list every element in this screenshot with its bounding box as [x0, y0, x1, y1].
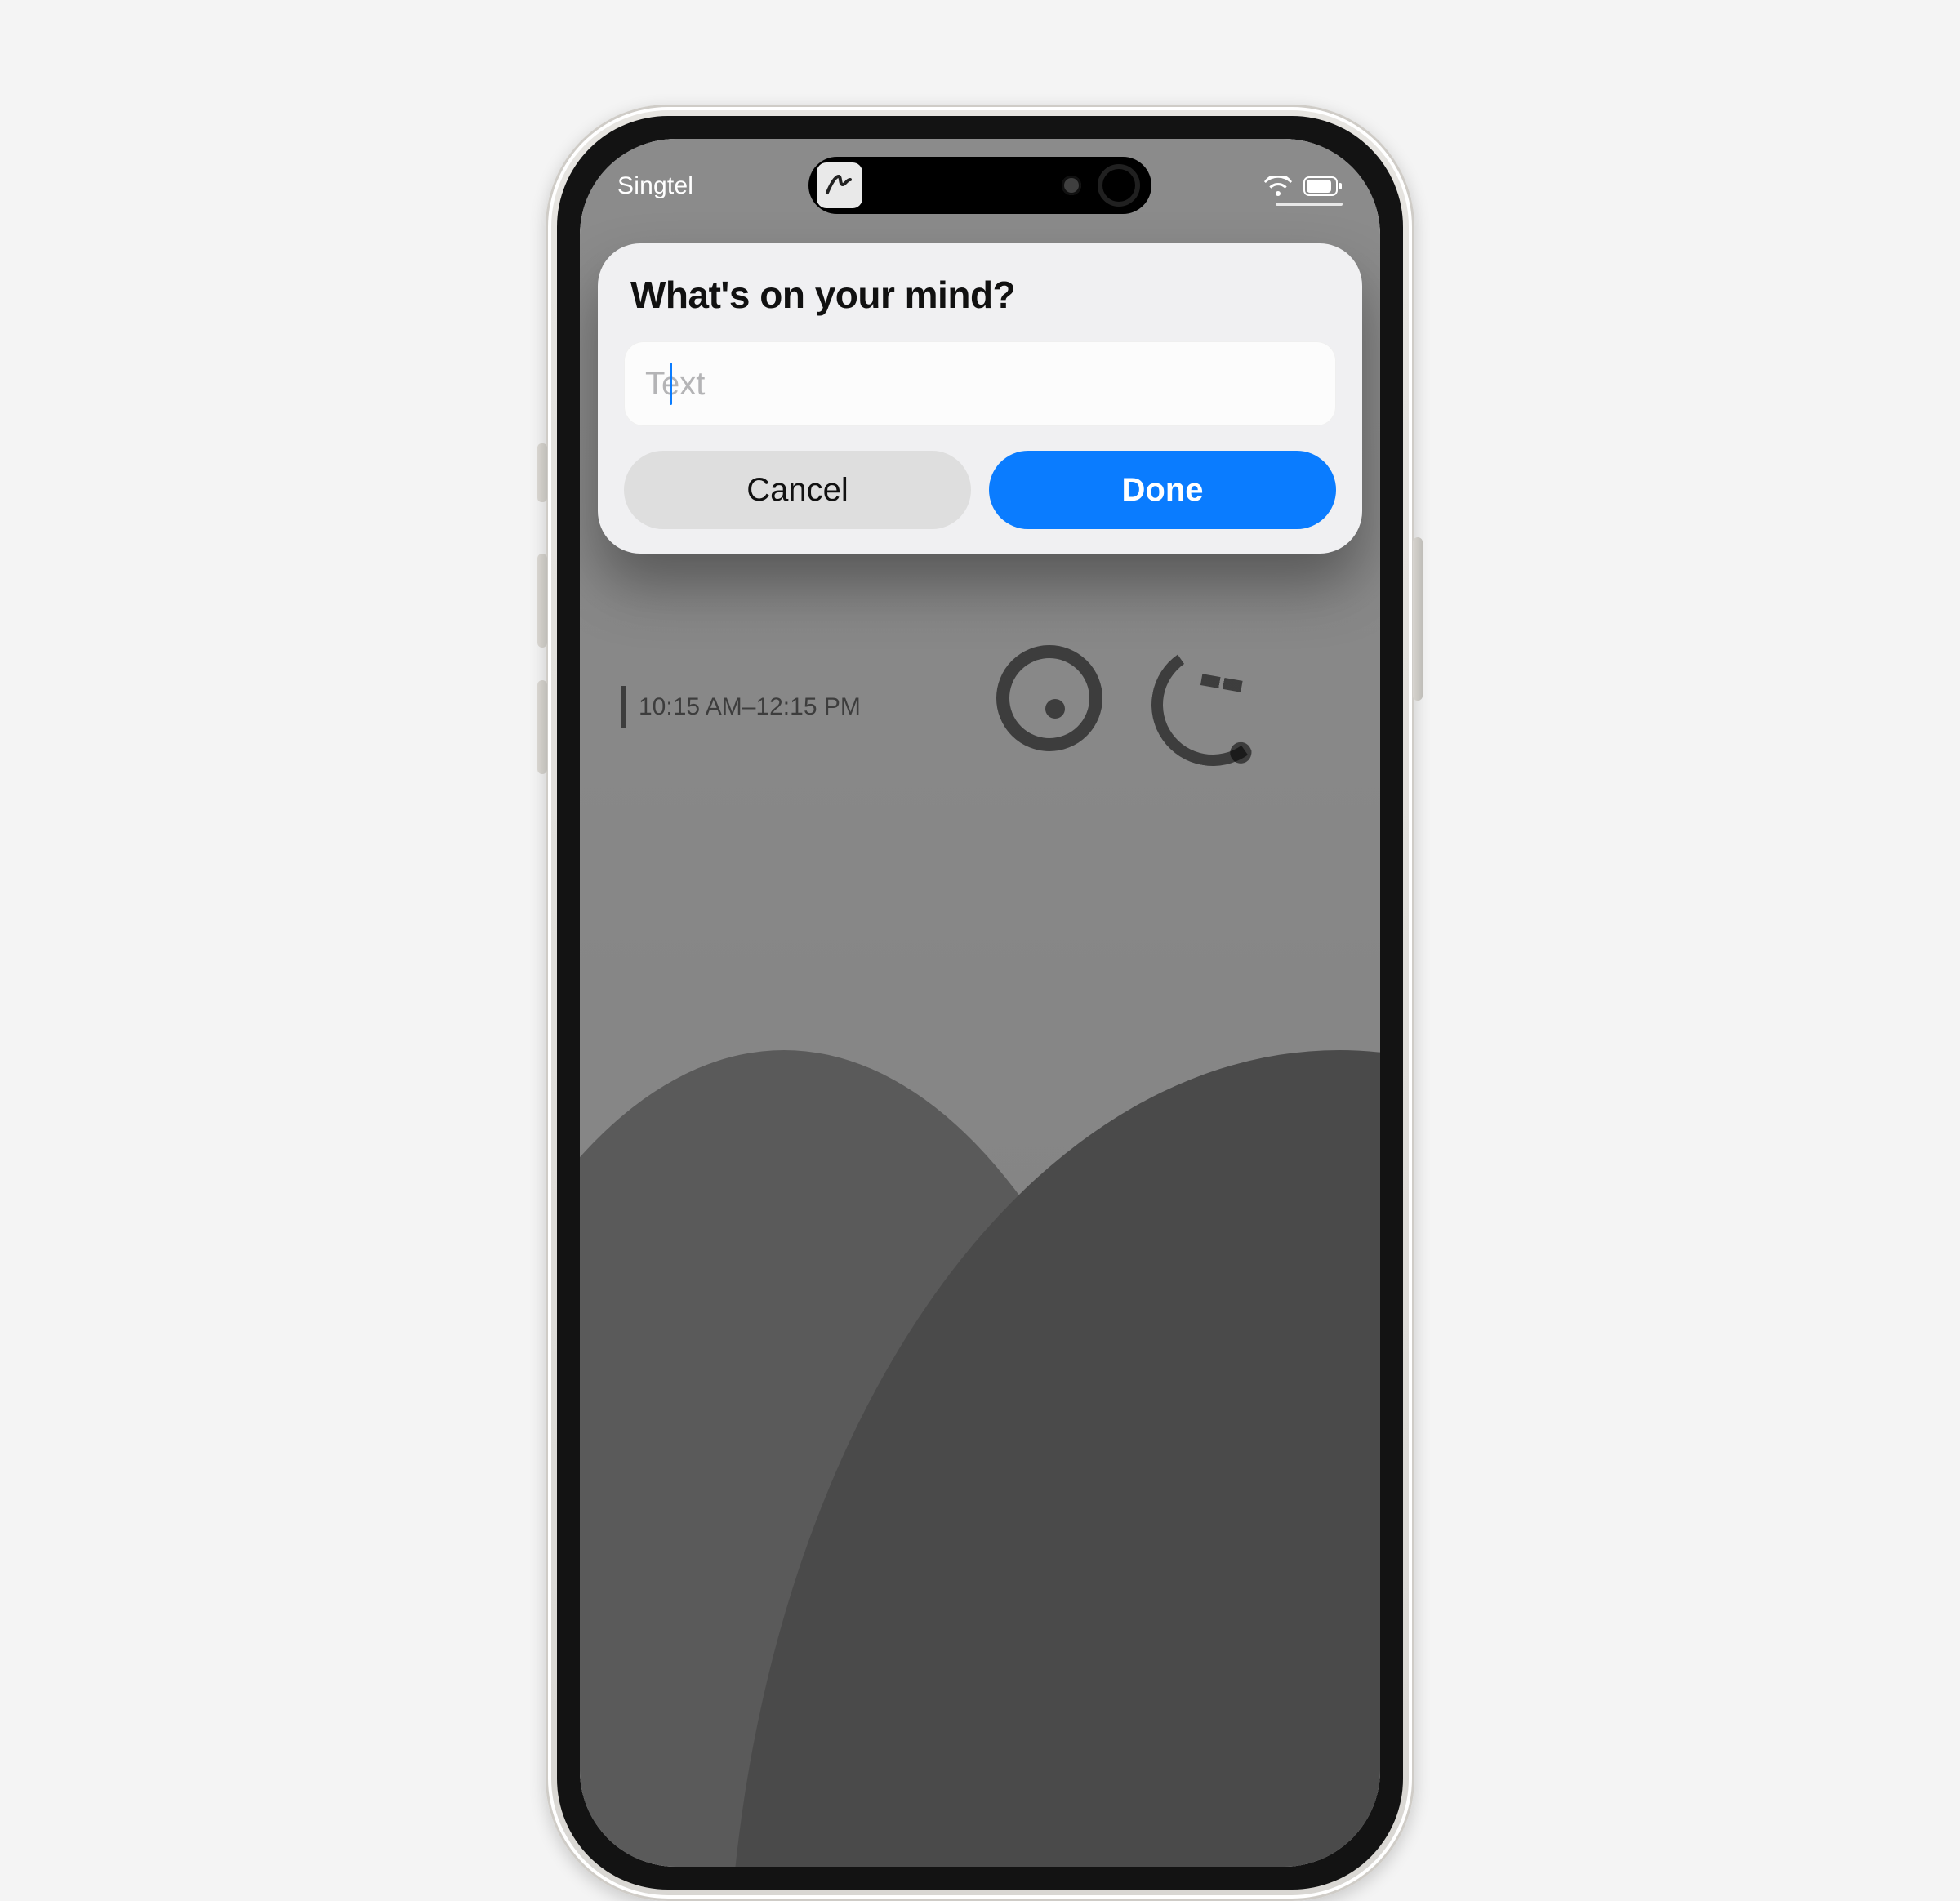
volume-up-button: [537, 554, 547, 648]
text-cursor: [670, 363, 672, 405]
volume-down-button: [537, 680, 547, 774]
dialog-button-row: Cancel Done: [624, 451, 1336, 529]
cancel-button[interactable]: Cancel: [624, 451, 971, 529]
text-input-dialog: What's on your mind? Cancel Done: [598, 243, 1362, 554]
side-power-button: [1413, 537, 1423, 701]
done-button[interactable]: Done: [989, 451, 1336, 529]
device-bezel: Singtel: [557, 116, 1403, 1890]
iphone-device-frame: Singtel: [546, 105, 1414, 1901]
scribble-icon: [824, 170, 855, 201]
island-app-chip: [817, 162, 862, 208]
event-time-label: 10:15 AM–12:15 PM: [639, 693, 861, 721]
dialog-title: What's on your mind?: [624, 273, 1336, 317]
battery-icon: [1303, 176, 1343, 196]
wifi-icon: [1264, 176, 1292, 197]
activity-ring-widget: [996, 645, 1102, 751]
weather-dashes-icon: [1200, 674, 1243, 692]
status-underline: [1276, 203, 1343, 206]
calendar-event-time: 10:15 AM–12:15 PM: [621, 686, 947, 728]
dialog-text-input[interactable]: [624, 341, 1336, 426]
device-screen: Singtel: [580, 139, 1380, 1867]
dynamic-island: [808, 157, 1152, 214]
sensor-dot: [1062, 176, 1081, 195]
carrier-label: Singtel: [617, 172, 693, 200]
ring-silent-switch: [537, 443, 547, 502]
front-camera: [1098, 164, 1140, 207]
